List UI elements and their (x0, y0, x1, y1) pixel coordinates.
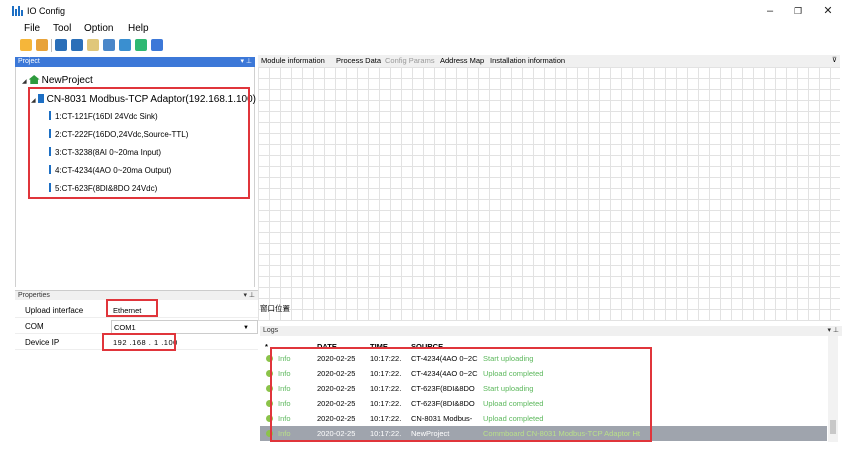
menu-file[interactable]: File (24, 23, 40, 34)
properties-grid: Upload interface Ethernet COM COM1 ▼ Dev… (15, 299, 258, 452)
highlight-box-device-ip (102, 333, 176, 351)
highlight-box-upload-interface (106, 299, 158, 317)
home-icon (28, 75, 40, 84)
pin-icon[interactable]: ▾ ⊥ (243, 291, 255, 301)
search-icon[interactable] (103, 39, 115, 51)
logs-label: Logs (263, 327, 279, 334)
title-bar: IO Config – ❐ ✕ (0, 0, 860, 22)
pin-icon[interactable]: ▾ ⊥ (240, 57, 252, 67)
toolbar-separator (51, 39, 52, 52)
restore-icon: ❐ (793, 6, 803, 16)
highlight-box-logs (270, 347, 652, 442)
minimize-button[interactable]: – (756, 3, 784, 19)
logs-table: * DATE TIME SOURCE Info 2020-02-25 10:17… (260, 336, 842, 442)
upload-icon[interactable] (151, 39, 163, 51)
minimize-icon: – (766, 5, 774, 17)
prop-label: COM (25, 322, 44, 331)
column-header-level[interactable]: * (265, 342, 268, 351)
config-grid-area (258, 67, 840, 321)
close-icon: ✕ (823, 5, 833, 17)
logs-scrollbar[interactable] (828, 336, 838, 442)
module-library-icon[interactable] (87, 39, 99, 51)
tree-root-label: NewProject (41, 75, 93, 86)
chevron-down-icon: ▼ (243, 325, 249, 331)
tab-process-data[interactable]: Process Data (336, 56, 381, 65)
logs-panel-title: Logs ▾ ⊥ (260, 326, 842, 336)
menu-bar: File Tool Option Help (0, 22, 860, 37)
close-button[interactable]: ✕ (814, 3, 842, 19)
open-folder-icon[interactable] (36, 39, 48, 51)
com-select-value: COM1 (114, 323, 136, 332)
prop-row-com: COM COM1 ▼ (15, 320, 258, 334)
tab-module-information[interactable]: Module information (261, 56, 325, 65)
window-title: IO Config (27, 6, 66, 16)
prop-label: Upload interface (25, 306, 84, 315)
prop-label: Device IP (25, 338, 60, 347)
project-tree: ◢ NewProject ◢ CN-8031 Modbus-TCP Adaptor(… (15, 67, 256, 287)
new-project-icon[interactable] (20, 39, 32, 51)
project-panel-title: Project ▾ ⊥ (15, 57, 255, 67)
properties-label: Properties (18, 292, 50, 299)
tree-root-newproject[interactable]: ◢ NewProject (22, 75, 93, 86)
menu-help[interactable]: Help (128, 23, 149, 34)
window-position-label[interactable]: 窗口位置 (260, 303, 290, 314)
tab-dropdown-icon[interactable]: ⊽ (832, 56, 837, 64)
download-icon[interactable] (135, 39, 147, 51)
com-select[interactable]: COM1 ▼ (111, 320, 258, 334)
menu-option[interactable]: Option (84, 23, 113, 34)
scroll-thumb[interactable] (830, 420, 836, 434)
save-as-icon[interactable] (71, 39, 83, 51)
restore-button[interactable]: ❐ (784, 3, 812, 19)
save-icon[interactable] (55, 39, 67, 51)
tab-config-params[interactable]: Config Params (385, 56, 435, 65)
network-scan-icon[interactable] (119, 39, 131, 51)
project-panel-label: Project (18, 58, 40, 65)
highlight-box-tree (28, 87, 250, 199)
app-icon (12, 6, 23, 16)
expand-triangle-icon[interactable]: ◢ (22, 79, 27, 85)
pin-icon[interactable]: ▾ ⊥ (827, 326, 839, 336)
tab-installation-information[interactable]: Installation information (490, 56, 565, 65)
tab-bar: Module information Process Data Config P… (258, 55, 840, 67)
toolbar (0, 37, 860, 54)
menu-tool[interactable]: Tool (53, 23, 71, 34)
tab-address-map[interactable]: Address Map (440, 56, 484, 65)
